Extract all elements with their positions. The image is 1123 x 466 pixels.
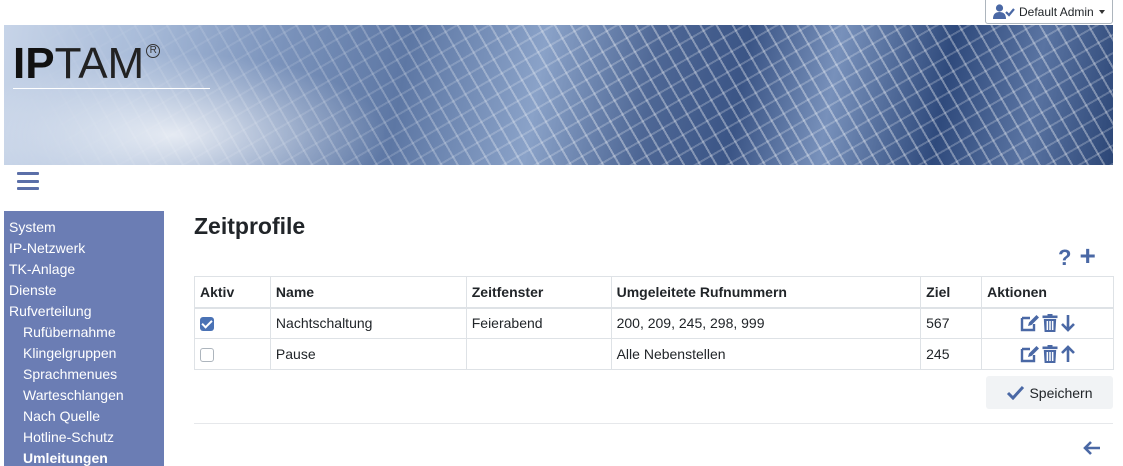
sidebar-item-nach-quelle[interactable]: Nach Quelle: [4, 406, 164, 427]
column-header-zeitfenster: Zeitfenster: [465, 276, 612, 309]
sidebar-item-rufuebernahme[interactable]: Rufübernahme: [4, 322, 164, 343]
help-icon[interactable]: ?: [1058, 246, 1071, 269]
user-menu-button[interactable]: Default Admin: [985, 0, 1113, 24]
user-check-icon: [993, 4, 1015, 19]
page-actions: ? +: [1058, 242, 1096, 270]
sidebar-item-dienste[interactable]: Dienste: [4, 280, 164, 301]
arrow-left-icon[interactable]: [1083, 440, 1101, 456]
column-header-nummern: Umgeleitete Rufnummern: [610, 276, 922, 309]
table-header-row: Aktiv Name Zeitfenster Umgeleitete Rufnu…: [194, 276, 1114, 309]
edit-icon[interactable]: [1020, 345, 1040, 363]
header-banner: IP TAM R: [4, 25, 1113, 165]
page-title: Zeitprofile: [194, 213, 306, 239]
active-checkbox[interactable]: [200, 348, 214, 363]
column-header-aktionen: Aktionen: [981, 276, 1114, 309]
edit-icon[interactable]: [1020, 314, 1040, 332]
sidebar-item-klingelgruppen[interactable]: Klingelgruppen: [4, 343, 164, 364]
plus-icon[interactable]: +: [1079, 242, 1095, 270]
hamburger-icon[interactable]: [17, 171, 39, 191]
sidebar-item-tk-anlage[interactable]: TK-Anlage: [4, 259, 164, 280]
sidebar-item-umleitungen[interactable]: Umleitungen: [4, 448, 164, 466]
table-row: Nachtschaltung Feierabend 200, 209, 245,…: [194, 307, 1114, 339]
cell-zeitfenster: [465, 338, 612, 370]
sidebar-item-hotline-schutz[interactable]: Hotline-Schutz: [4, 427, 164, 448]
column-header-aktiv: Aktiv: [194, 276, 271, 309]
save-button[interactable]: Speichern: [986, 376, 1113, 409]
arrow-down-icon[interactable]: [1060, 314, 1076, 333]
divider: [194, 423, 1113, 424]
trash-icon[interactable]: [1042, 314, 1058, 333]
cell-ziel: 567: [920, 307, 983, 339]
table-row: Pause Alle Nebenstellen 245: [194, 338, 1114, 370]
cell-name: Pause: [269, 338, 467, 370]
arrow-up-icon[interactable]: [1060, 345, 1076, 363]
user-name: Default Admin: [1019, 4, 1094, 19]
check-icon: [1007, 385, 1025, 400]
save-label: Speichern: [1029, 384, 1093, 401]
cell-ziel: 245: [920, 338, 983, 370]
column-header-ziel: Ziel: [920, 276, 983, 309]
active-checkbox[interactable]: [200, 317, 214, 332]
caret-down-icon: [1098, 9, 1105, 14]
cell-nummern: 200, 209, 245, 298, 999: [610, 307, 922, 339]
sidebar-item-system[interactable]: System: [4, 217, 164, 238]
iptam-logo: IP TAM R: [13, 42, 161, 86]
sidebar-item-ip-netzwerk[interactable]: IP-Netzwerk: [4, 238, 164, 259]
trash-icon[interactable]: [1042, 345, 1058, 363]
cell-nummern: Alle Nebenstellen: [610, 338, 922, 370]
sidebar-item-warteschlangen[interactable]: Warteschlangen: [4, 385, 164, 406]
cell-zeitfenster: Feierabend: [465, 307, 612, 339]
sidebar-item-sprachmenues[interactable]: Sprachmenues: [4, 364, 164, 385]
sidebar-nav: System IP-Netzwerk TK-Anlage Dienste Ruf…: [4, 211, 164, 466]
column-header-name: Name: [269, 276, 467, 309]
sidebar-item-rufverteilung[interactable]: Rufverteilung: [4, 301, 164, 322]
row-actions: [987, 345, 1108, 363]
row-actions: [987, 314, 1108, 333]
cell-name: Nachtschaltung: [269, 307, 467, 339]
profiles-table: Aktiv Name Zeitfenster Umgeleitete Rufnu…: [194, 276, 1114, 370]
